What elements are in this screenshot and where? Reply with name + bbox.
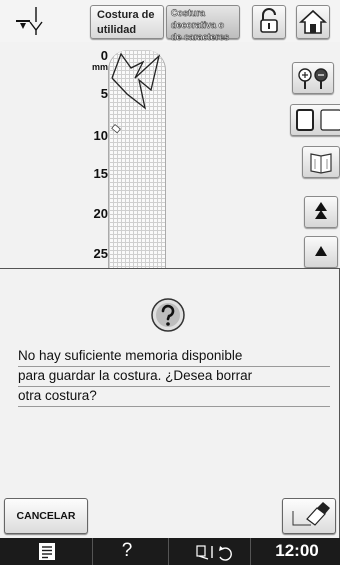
stitch-ruler: 0 mm 5 10 15 20 25 [78, 48, 108, 270]
decorative-tab-label-3: de caracteres [171, 32, 230, 42]
status-separator [92, 538, 93, 565]
dialog-message: No hay suficiente memoria disponible par… [18, 347, 330, 407]
zoom-button[interactable] [292, 62, 334, 94]
needle-position-icon[interactable] [6, 4, 84, 38]
status-bar: ? 12:00 [0, 538, 340, 565]
up-arrow-icon [315, 246, 327, 256]
book-icon [310, 153, 332, 174]
top-toolbar: Costura de utilidad Costura decorativa o… [0, 0, 340, 42]
lock-button[interactable] [252, 5, 286, 39]
lock-icon [260, 8, 278, 33]
home-icon [298, 9, 328, 34]
zoom-icon [298, 68, 328, 89]
memory-full-dialog: No hay suficiente memoria disponible par… [0, 268, 340, 539]
scroll-up-button[interactable] [304, 236, 338, 268]
message-line: No hay suficiente memoria disponible [18, 347, 330, 367]
double-up-arrow-icon [315, 202, 327, 219]
clock: 12:00 [275, 541, 319, 560]
message-line: para guardar la costura. ¿Desea borrar [18, 367, 330, 387]
erase-button[interactable] [282, 498, 336, 534]
status-separator [250, 538, 251, 565]
stitch-preview [108, 50, 166, 270]
utility-tab-label-2: utilidad [97, 24, 137, 36]
presser-foot-icon[interactable] [196, 543, 238, 561]
ruler-tick: 10 [93, 128, 108, 143]
ruler-tick: 25 [93, 246, 108, 261]
question-icon [151, 298, 185, 332]
frame-button[interactable] [290, 104, 340, 136]
ruler-tick: 20 [93, 206, 108, 221]
ruler-tick: 5 [100, 86, 108, 101]
help-icon[interactable]: ? [116, 540, 138, 562]
ruler-tick: 15 [93, 166, 108, 181]
book-button[interactable] [302, 146, 340, 178]
ruler-unit: mm [91, 62, 108, 72]
ruler-tick: 0 [100, 48, 108, 63]
frame-icon [296, 109, 340, 131]
cancel-button[interactable]: CANCELAR [4, 498, 88, 534]
message-line: otra costura? [18, 387, 330, 407]
home-button[interactable] [296, 5, 330, 39]
document-icon[interactable] [38, 542, 56, 561]
utility-tab-label-1: Costura de [97, 9, 155, 21]
decorative-tab-label-2: decorativa o [171, 20, 225, 30]
utility-stitch-tab[interactable]: Costura de utilidad [90, 5, 164, 39]
status-separator [168, 538, 169, 565]
scroll-top-button[interactable] [304, 196, 338, 228]
eraser-icon [292, 502, 330, 526]
decorative-tab-label-1: Costura [171, 8, 206, 18]
decorative-stitch-tab[interactable]: Costura decorativa o de caracteres [166, 5, 240, 42]
